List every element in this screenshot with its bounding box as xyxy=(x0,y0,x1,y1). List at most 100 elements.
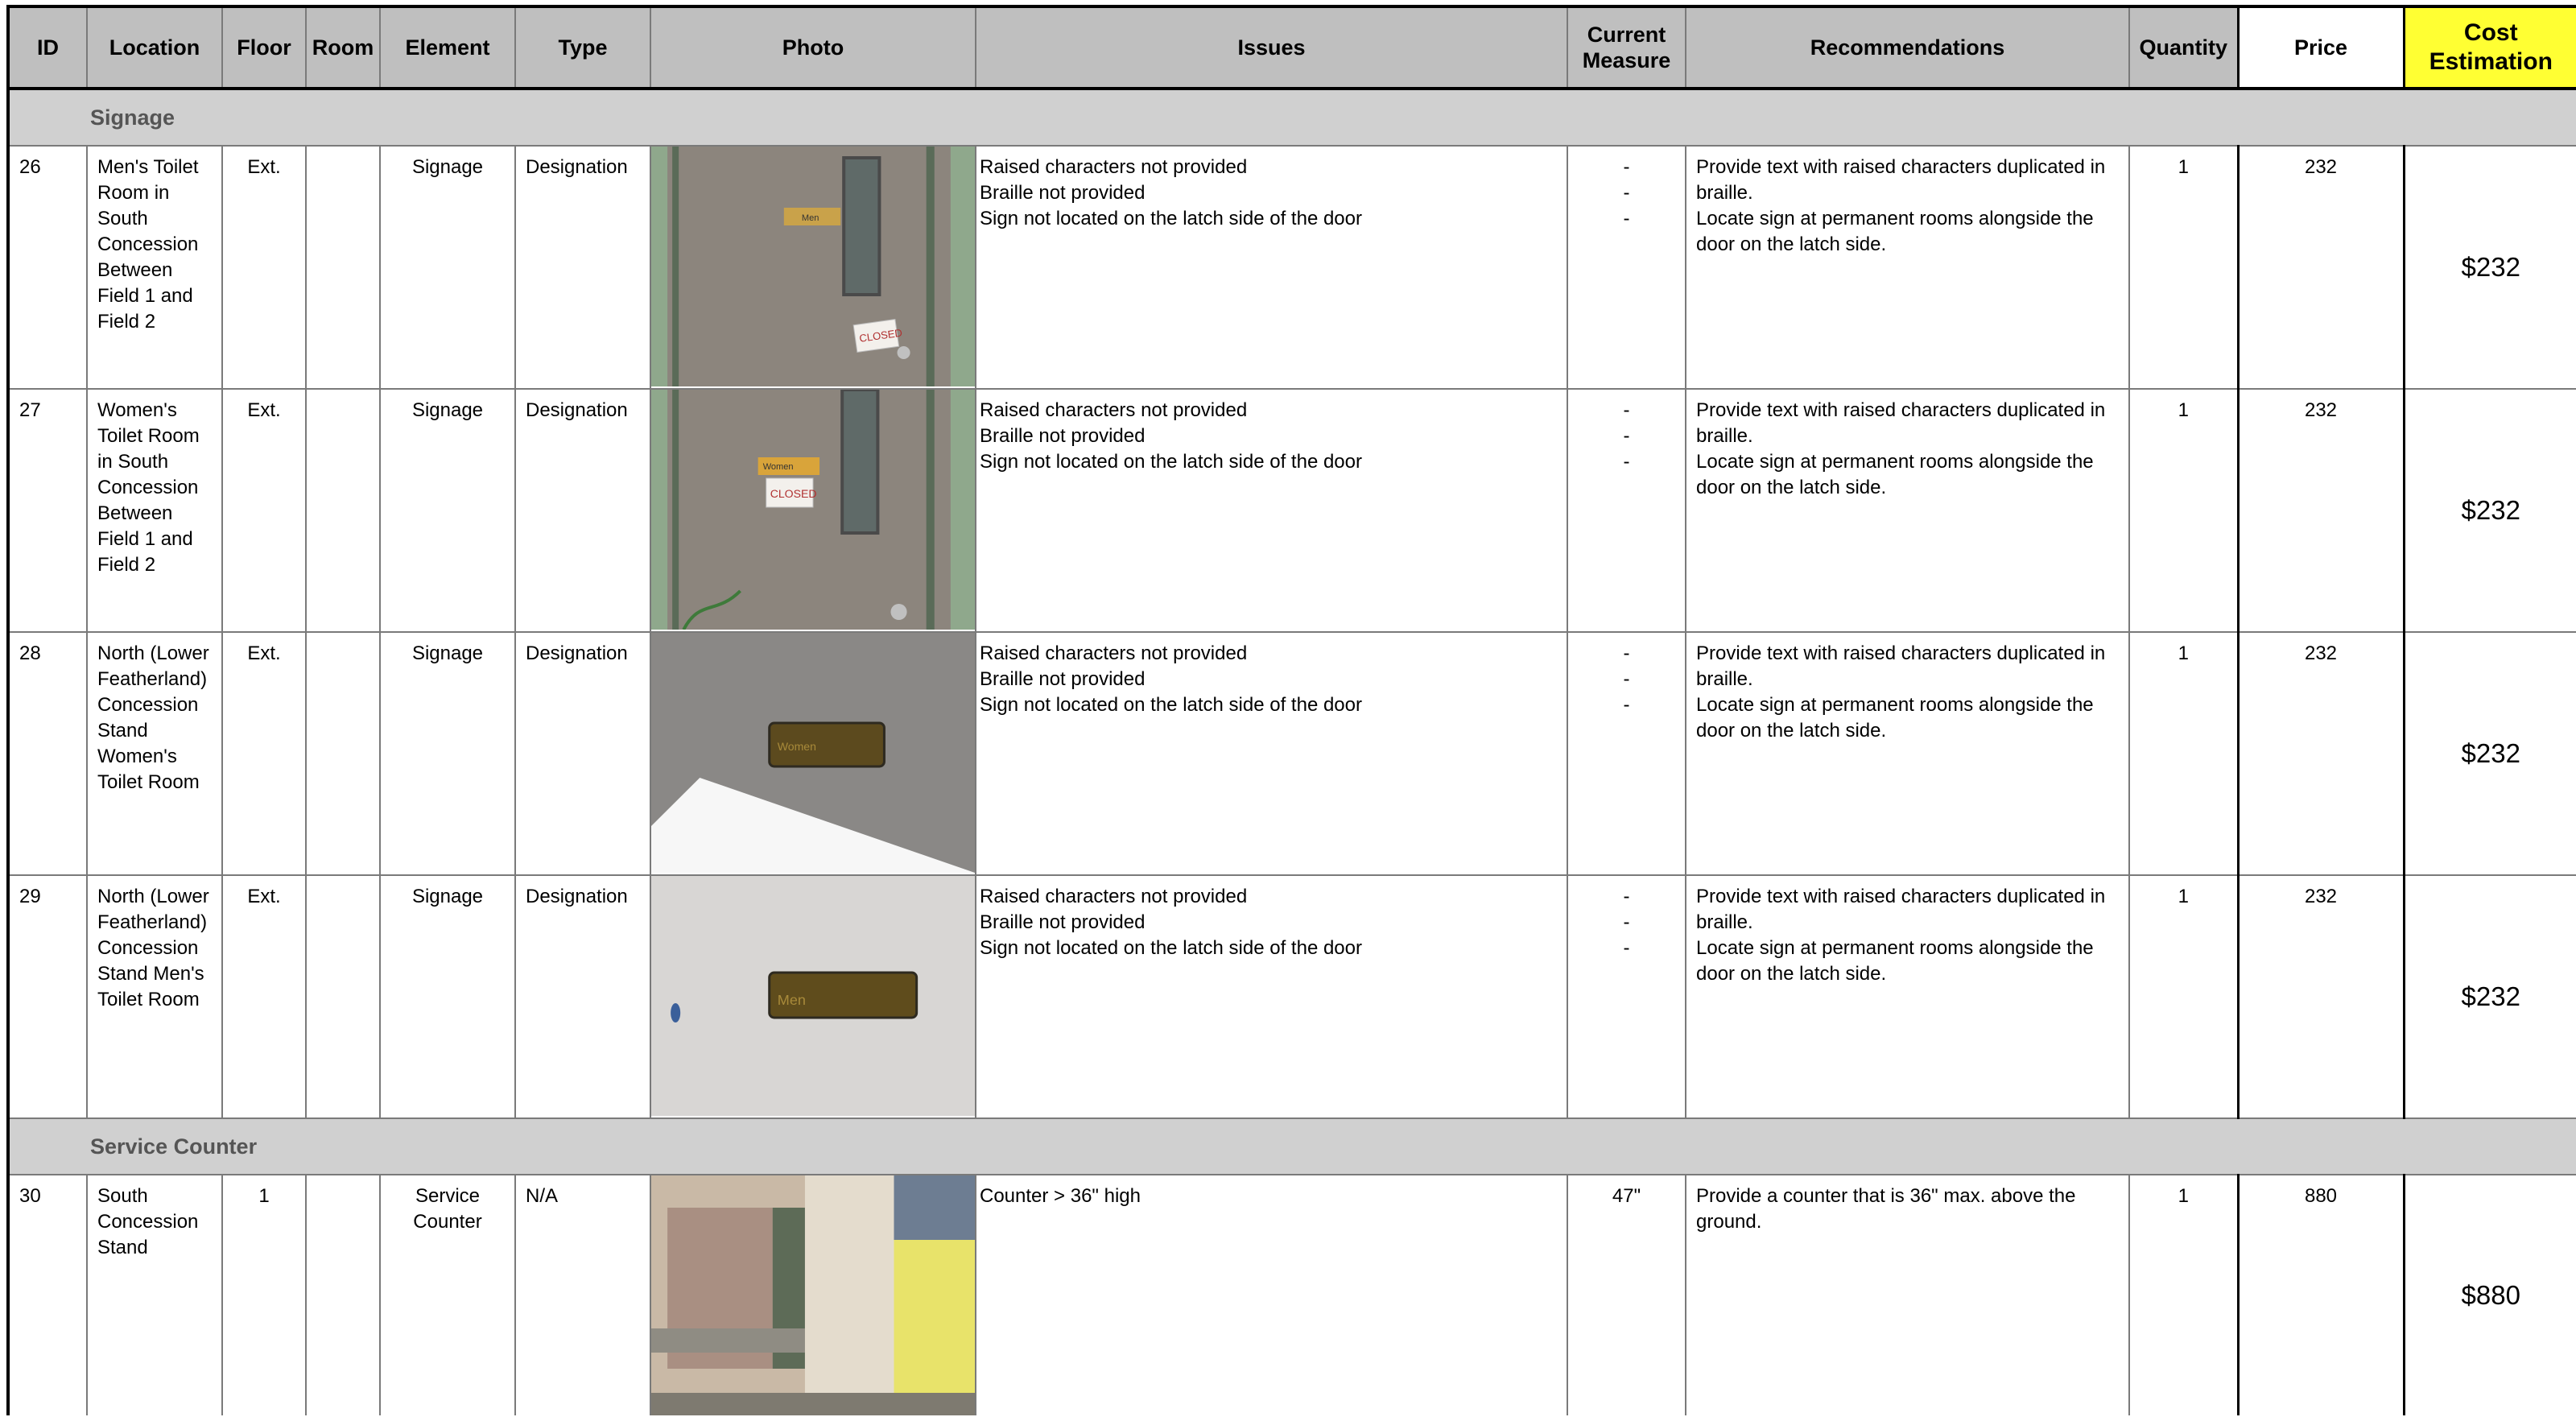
cell-room[interactable] xyxy=(305,874,381,1119)
header-price[interactable]: Price xyxy=(2236,5,2405,90)
door-with-sign-photo: Men CLOSED xyxy=(651,147,975,386)
cell-issues[interactable]: Raised characters not provided Braille no… xyxy=(975,388,1568,633)
cell-type[interactable]: Designation xyxy=(514,631,651,876)
cell-price[interactable]: 232 xyxy=(2236,631,2405,876)
header-location[interactable]: Location xyxy=(86,5,223,90)
cell-issues[interactable]: Raised characters not provided Braille no… xyxy=(975,874,1568,1119)
cell-floor[interactable]: Ext. xyxy=(221,631,307,876)
cell-element[interactable]: Service Counter xyxy=(379,1174,516,1415)
cell-cost-estimation[interactable]: $232 xyxy=(2403,145,2576,390)
header-cost-line2: Estimation xyxy=(2429,48,2553,75)
cell-element[interactable]: Signage xyxy=(379,388,516,633)
section-title-cell[interactable]: Signage xyxy=(6,88,2576,147)
cell-floor[interactable]: Ext. xyxy=(221,388,307,633)
cell-photo[interactable]: Men CLOSED xyxy=(650,145,976,390)
cell-price[interactable]: 880 xyxy=(2236,1174,2405,1415)
cell-current-measure[interactable]: - - - xyxy=(1567,388,1686,633)
cell-cost-estimation[interactable]: $880 xyxy=(2403,1174,2576,1415)
cell-current-measure[interactable]: - - - xyxy=(1567,631,1686,876)
header-type[interactable]: Type xyxy=(514,5,651,90)
cell-current-measure[interactable]: - - - xyxy=(1567,874,1686,1119)
cell-price[interactable]: 232 xyxy=(2236,388,2405,633)
issue-line: Counter > 36" high xyxy=(980,1185,1141,1207)
measure-line: - xyxy=(1623,451,1630,473)
header-current-measure-line2: Measure xyxy=(1582,48,1671,72)
cell-id[interactable]: 29 xyxy=(6,874,88,1119)
cell-cost-estimation[interactable]: $232 xyxy=(2403,388,2576,633)
cell-location[interactable]: North (Lower Featherland) Concession Sta… xyxy=(86,631,223,876)
cell-issues[interactable]: Raised characters not provided Braille no… xyxy=(975,631,1568,876)
cell-quantity[interactable]: 1 xyxy=(2128,145,2239,390)
cell-id[interactable]: 30 xyxy=(6,1174,88,1415)
header-id[interactable]: ID xyxy=(6,5,88,90)
cell-location[interactable]: South Concession Stand xyxy=(86,1174,223,1415)
header-photo[interactable]: Photo xyxy=(650,5,976,90)
cell-current-measure[interactable]: - - - xyxy=(1567,145,1686,390)
cell-location[interactable]: Women's Toilet Room in South Concession … xyxy=(86,388,223,633)
cell-type[interactable]: N/A xyxy=(514,1174,651,1415)
cell-price[interactable]: 232 xyxy=(2236,145,2405,390)
header-quantity[interactable]: Quantity xyxy=(2128,5,2239,90)
cell-id[interactable]: 27 xyxy=(6,388,88,633)
cell-floor[interactable]: Ext. xyxy=(221,874,307,1119)
cell-room[interactable] xyxy=(305,1174,381,1415)
table-row: 30 South Concession Stand 1 Service Counter… xyxy=(6,1174,2576,1415)
cell-price[interactable]: 232 xyxy=(2236,874,2405,1119)
recommendation-line: Locate sign at permanent rooms alongside… xyxy=(1696,208,2094,255)
header-current-measure[interactable]: Current Measure xyxy=(1567,5,1686,90)
cell-issues[interactable]: Raised characters not provided Braille no… xyxy=(975,145,1568,390)
table-body: Signage 26 Men's Toilet Room in South Conc… xyxy=(6,88,2576,1415)
cell-floor[interactable]: Ext. xyxy=(221,145,307,390)
header-element[interactable]: Element xyxy=(379,5,516,90)
cell-quantity[interactable]: 1 xyxy=(2128,874,2239,1119)
cell-photo[interactable]: Men xyxy=(650,874,976,1119)
recommendation-line: Locate sign at permanent rooms alongside… xyxy=(1696,451,2094,498)
cell-element[interactable]: Signage xyxy=(379,631,516,876)
header-cost-estimation[interactable]: Cost Estimation xyxy=(2403,5,2576,90)
header-floor[interactable]: Floor xyxy=(221,5,307,90)
cell-type[interactable]: Designation xyxy=(514,874,651,1119)
cell-room[interactable] xyxy=(305,631,381,876)
cell-photo[interactable]: Women xyxy=(650,631,976,876)
cell-cost-estimation[interactable]: $232 xyxy=(2403,631,2576,876)
cell-element[interactable]: Signage xyxy=(379,145,516,390)
cell-current-measure[interactable]: 47" xyxy=(1567,1174,1686,1415)
cell-quantity[interactable]: 1 xyxy=(2128,1174,2239,1415)
cell-id[interactable]: 26 xyxy=(6,145,88,390)
recommendation-line: Provide text with raised characters dupl… xyxy=(1696,642,2106,690)
cell-issues[interactable]: Counter > 36" high xyxy=(975,1174,1568,1415)
measure-line: - xyxy=(1623,399,1630,421)
header-issues[interactable]: Issues xyxy=(975,5,1568,90)
cell-quantity[interactable]: 1 xyxy=(2128,388,2239,633)
section-title-cell[interactable]: Service Counter xyxy=(6,1117,2576,1175)
cell-element[interactable]: Signage xyxy=(379,874,516,1119)
recommendation-line: Provide text with raised characters dupl… xyxy=(1696,156,2106,204)
measure-line: - xyxy=(1623,182,1630,204)
issue-line: Raised characters not provided xyxy=(980,642,1248,664)
cell-id[interactable]: 28 xyxy=(6,631,88,876)
header-room[interactable]: Room xyxy=(305,5,381,90)
header-recommendations[interactable]: Recommendations xyxy=(1685,5,2130,90)
door-with-sign-photo: Women CLOSED xyxy=(651,390,975,630)
cell-location[interactable]: Men's Toilet Room in South Concession Be… xyxy=(86,145,223,390)
section-title: Service Counter xyxy=(90,1134,258,1159)
cell-photo[interactable] xyxy=(650,1174,976,1415)
cell-room[interactable] xyxy=(305,145,381,390)
cell-type[interactable]: Designation xyxy=(514,145,651,390)
cell-room[interactable] xyxy=(305,388,381,633)
measure-line: - xyxy=(1623,937,1630,959)
issue-line: Sign not located on the latch side of th… xyxy=(980,451,1362,473)
cell-recommendations[interactable]: Provide text with raised characters dupl… xyxy=(1685,145,2130,390)
issue-line: Raised characters not provided xyxy=(980,399,1248,421)
cell-quantity[interactable]: 1 xyxy=(2128,631,2239,876)
cell-cost-estimation[interactable]: $232 xyxy=(2403,874,2576,1119)
cell-recommendations[interactable]: Provide text with raised characters dupl… xyxy=(1685,631,2130,876)
cell-recommendations[interactable]: Provide a counter that is 36" max. above… xyxy=(1685,1174,2130,1415)
wall-sign-photo: Women xyxy=(651,633,975,873)
cell-photo[interactable]: Women CLOSED xyxy=(650,388,976,633)
cell-recommendations[interactable]: Provide text with raised characters dupl… xyxy=(1685,388,2130,633)
cell-floor[interactable]: 1 xyxy=(221,1174,307,1415)
cell-recommendations[interactable]: Provide text with raised characters dupl… xyxy=(1685,874,2130,1119)
cell-location[interactable]: North (Lower Featherland) Concession Sta… xyxy=(86,874,223,1119)
cell-type[interactable]: Designation xyxy=(514,388,651,633)
